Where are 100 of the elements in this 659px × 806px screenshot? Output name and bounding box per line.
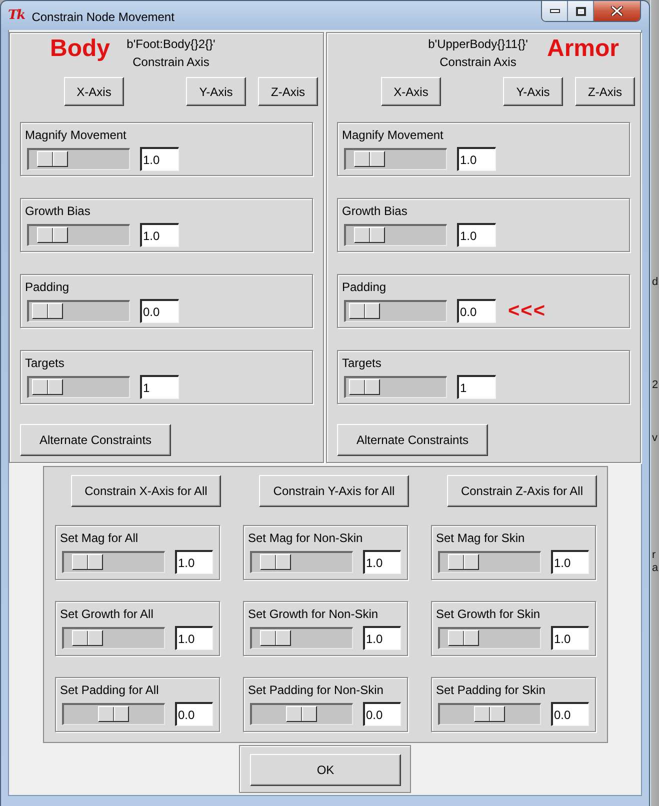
- group-label: Set Padding for Non-Skin: [248, 682, 384, 698]
- slider-track[interactable]: [27, 300, 130, 322]
- background-text: d: [652, 276, 658, 289]
- value-field[interactable]: 0.0: [140, 299, 179, 323]
- slider-thumb[interactable]: [349, 303, 380, 319]
- slider-thumb[interactable]: [37, 151, 68, 167]
- slider-thumb[interactable]: [354, 227, 386, 243]
- value-field[interactable]: 0.0: [457, 299, 496, 323]
- group-label: Targets: [25, 355, 64, 371]
- background-text: v: [652, 432, 658, 445]
- maximize-icon: [576, 6, 586, 16]
- slider-track[interactable]: [438, 627, 541, 649]
- group-label: Set Mag for Skin: [436, 530, 525, 546]
- slider-thumb[interactable]: [448, 630, 480, 646]
- minimize-icon: [550, 9, 560, 13]
- value-field[interactable]: 1.0: [457, 223, 496, 247]
- value-field[interactable]: 1.0: [140, 223, 179, 247]
- slider-thumb[interactable]: [354, 151, 386, 167]
- value-field[interactable]: 0.0: [175, 702, 213, 726]
- slider-track[interactable]: [344, 300, 447, 322]
- slider-thumb[interactable]: [260, 630, 292, 646]
- background-text: a: [652, 562, 658, 575]
- value-field[interactable]: 1.0: [140, 147, 179, 171]
- panel-tag: Armor: [547, 35, 620, 63]
- slider-track[interactable]: [62, 627, 165, 649]
- close-icon: [611, 6, 623, 16]
- slider-thumb[interactable]: [32, 303, 64, 319]
- value-field[interactable]: 1.0: [363, 550, 401, 574]
- background-text: r: [652, 549, 656, 562]
- slider-track[interactable]: [62, 703, 165, 725]
- slider-track[interactable]: [27, 376, 130, 398]
- slider-thumb[interactable]: [286, 706, 317, 722]
- group-label: Padding: [342, 279, 386, 295]
- group-label: Padding: [25, 279, 70, 295]
- slider-track[interactable]: [250, 703, 353, 725]
- slider-track[interactable]: [27, 224, 130, 246]
- slider-thumb[interactable]: [72, 630, 104, 646]
- slider-thumb[interactable]: [448, 554, 480, 570]
- slider-thumb[interactable]: [72, 554, 104, 570]
- minimize-button[interactable]: [542, 1, 568, 21]
- value-field[interactable]: 1.0: [457, 147, 496, 171]
- slider-track[interactable]: [344, 148, 447, 170]
- group-label: Magnify Movement: [342, 127, 444, 143]
- node-name: b'Foot:Body{}2{}': [126, 36, 216, 53]
- slider-thumb[interactable]: [37, 227, 68, 243]
- group-label: Targets: [342, 355, 382, 371]
- group-label: Growth Bias: [25, 203, 90, 219]
- slider-track[interactable]: [27, 148, 130, 170]
- value-field[interactable]: 1: [140, 375, 179, 399]
- slider-track[interactable]: [344, 224, 447, 246]
- slider-track[interactable]: [250, 627, 353, 649]
- maximize-button[interactable]: [568, 1, 594, 21]
- slider-track[interactable]: [250, 551, 353, 573]
- value-field[interactable]: 1.0: [363, 626, 401, 650]
- value-field[interactable]: 1.0: [175, 550, 213, 574]
- section-heading: Constrain Axis: [132, 54, 210, 71]
- slider-thumb[interactable]: [98, 706, 129, 722]
- close-button[interactable]: [594, 1, 640, 21]
- group-label: Set Mag for All: [60, 530, 138, 546]
- axis-button[interactable]: Y-Axis: [186, 77, 246, 106]
- value-field[interactable]: 1.0: [551, 626, 589, 650]
- slider-track[interactable]: [62, 551, 165, 573]
- slider-thumb[interactable]: [349, 379, 380, 395]
- group-label: Set Growth for Skin: [436, 606, 540, 622]
- group-label: Set Padding for All: [60, 682, 159, 698]
- section-heading: Constrain Axis: [440, 54, 516, 71]
- constrain-all-button[interactable]: Constrain X-Axis for All: [71, 475, 221, 507]
- axis-button[interactable]: X-Axis: [64, 77, 124, 106]
- constrain-all-button[interactable]: Constrain Y-Axis for All: [259, 475, 409, 507]
- window-title: Constrain Node Movement: [32, 9, 174, 25]
- value-field[interactable]: 0.0: [363, 702, 401, 726]
- slider-thumb[interactable]: [32, 379, 64, 395]
- axis-button[interactable]: Y-Axis: [503, 77, 563, 106]
- value-field[interactable]: 1.0: [551, 550, 589, 574]
- axis-button[interactable]: Z-Axis: [258, 77, 318, 106]
- axis-button[interactable]: Z-Axis: [575, 77, 635, 106]
- group-label: Set Padding for Skin: [436, 682, 546, 698]
- alternate-button[interactable]: Alternate Constraints: [20, 424, 171, 456]
- group-label: Set Mag for Non-Skin: [248, 530, 363, 546]
- group-label: Set Growth for Non-Skin: [248, 606, 378, 622]
- axis-button[interactable]: X-Axis: [381, 77, 441, 106]
- pointer-note: <<<: [508, 300, 546, 322]
- slider-thumb[interactable]: [260, 554, 292, 570]
- slider-track[interactable]: [438, 703, 541, 725]
- value-field[interactable]: 0.0: [551, 702, 589, 726]
- slider-track[interactable]: [344, 376, 447, 398]
- group-label: Growth Bias: [342, 203, 408, 219]
- group-label: Magnify Movement: [25, 127, 126, 143]
- alternate-button[interactable]: Alternate Constraints: [337, 424, 488, 456]
- panel-tag: Body: [50, 35, 110, 63]
- background-text: 2: [652, 379, 658, 392]
- ok-button[interactable]: OK: [250, 754, 401, 786]
- app-logo: Tk: [8, 8, 25, 24]
- value-field[interactable]: 1.0: [175, 626, 213, 650]
- slider-track[interactable]: [438, 551, 541, 573]
- group-label: Set Growth for All: [60, 606, 154, 622]
- node-name: b'UpperBody{}11{}': [428, 36, 528, 53]
- slider-thumb[interactable]: [474, 706, 505, 722]
- constrain-all-button[interactable]: Constrain Z-Axis for All: [447, 475, 597, 507]
- value-field[interactable]: 1: [457, 375, 496, 399]
